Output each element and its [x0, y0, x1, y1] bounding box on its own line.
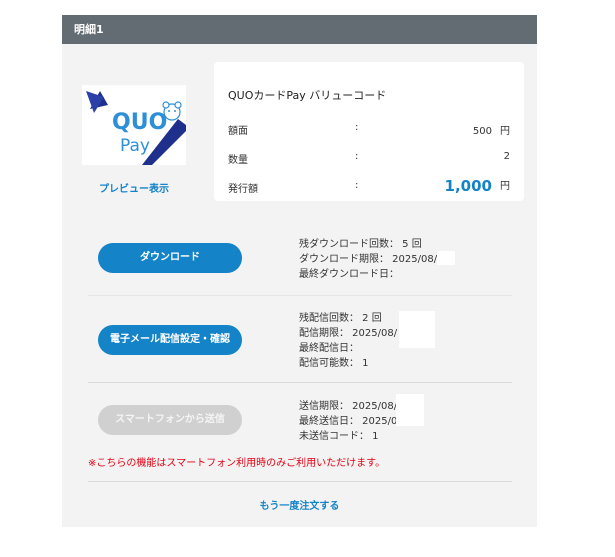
panel-header: 明細1 — [62, 15, 537, 44]
issued-amount: 1,000 円 — [445, 177, 510, 195]
last-send-date: 最終送信日： 2025/07/ — [299, 416, 408, 427]
redaction-mask — [399, 311, 435, 348]
download-deadline: ダウンロード期限： 2025/08/ — [299, 254, 438, 265]
face-value-unit: 円 — [500, 126, 510, 137]
product-info-card: QUOカードPay バリューコード 額面 : 500 円 数量 : 2 発行額 :… — [214, 62, 524, 201]
order-detail-panel: 明細1 QUO Pay プレビュー表示 QUOカードPay バリューコード 額面… — [62, 15, 537, 527]
quo-card-pay-thumbnail[interactable]: QUO Pay — [82, 85, 186, 165]
smartphone-details: 送信期限： 2025/08/ 最終送信日： 2025/07/ 未送信コード： 1 — [299, 399, 407, 444]
quo-card-pay-logo-icon: QUO Pay — [82, 85, 186, 165]
face-value: 500 円 — [473, 122, 510, 137]
redaction-mask — [437, 251, 455, 265]
section-divider — [88, 382, 512, 383]
deliverable-count: 配信可能数： 1 — [299, 358, 369, 369]
download-button[interactable]: ダウンロード — [98, 243, 242, 273]
issued-amount-colon: : — [355, 180, 359, 191]
quantity-label: 数量 — [228, 155, 248, 166]
logo-quo-text: QUO — [112, 110, 167, 135]
section-divider — [88, 481, 512, 482]
email-details: 残配信回数： 2 回 配信期限： 2025/08/ 最終配信日： 配信可能数： … — [299, 311, 397, 371]
face-value-number: 500 — [472, 126, 492, 137]
issued-amount-label: 発行額 — [228, 184, 258, 195]
remaining-deliveries: 残配信回数： 2 回 — [299, 313, 382, 324]
issued-amount-unit: 円 — [500, 181, 510, 192]
send-deadline: 送信期限： 2025/08/ — [299, 401, 398, 412]
quantity-value: 2 — [503, 151, 510, 162]
unsent-codes: 未送信コード： 1 — [299, 431, 379, 442]
quantity-colon: : — [355, 151, 359, 162]
product-title: QUOカードPay バリューコード — [228, 89, 387, 102]
face-value-label: 額面 — [228, 126, 248, 137]
face-value-row: 額面 : 500 円 — [228, 122, 510, 138]
face-value-colon: : — [355, 122, 359, 133]
remaining-downloads: 残ダウンロード回数： 5 回 — [299, 239, 422, 250]
logo-pay-text: Pay — [120, 136, 150, 156]
section-divider — [88, 295, 512, 296]
reorder-link[interactable]: もう一度注文する — [62, 497, 537, 512]
last-download-date: 最終ダウンロード日： — [299, 269, 399, 280]
redaction-mask — [396, 394, 424, 426]
preview-link[interactable]: プレビュー表示 — [82, 180, 186, 195]
issued-amount-number: 1,000 — [444, 177, 492, 195]
smartphone-only-note: ※こちらの機能はスマートフォン利用時のみご利用いただけます。 — [88, 458, 386, 469]
issued-amount-row: 発行額 : 1,000 円 — [228, 177, 510, 196]
send-from-smartphone-button[interactable]: スマートフォンから送信 — [98, 405, 242, 435]
email-settings-button[interactable]: 電子メール配信設定・確認 — [98, 325, 242, 355]
download-details: 残ダウンロード回数： 5 回 ダウンロード期限： 2025/08/ 最終ダウンロ… — [299, 237, 437, 282]
quantity-row: 数量 : 2 — [228, 151, 510, 167]
delivery-deadline: 配信期限： 2025/08/ — [299, 328, 398, 339]
last-delivery-date: 最終配信日： — [299, 343, 359, 354]
